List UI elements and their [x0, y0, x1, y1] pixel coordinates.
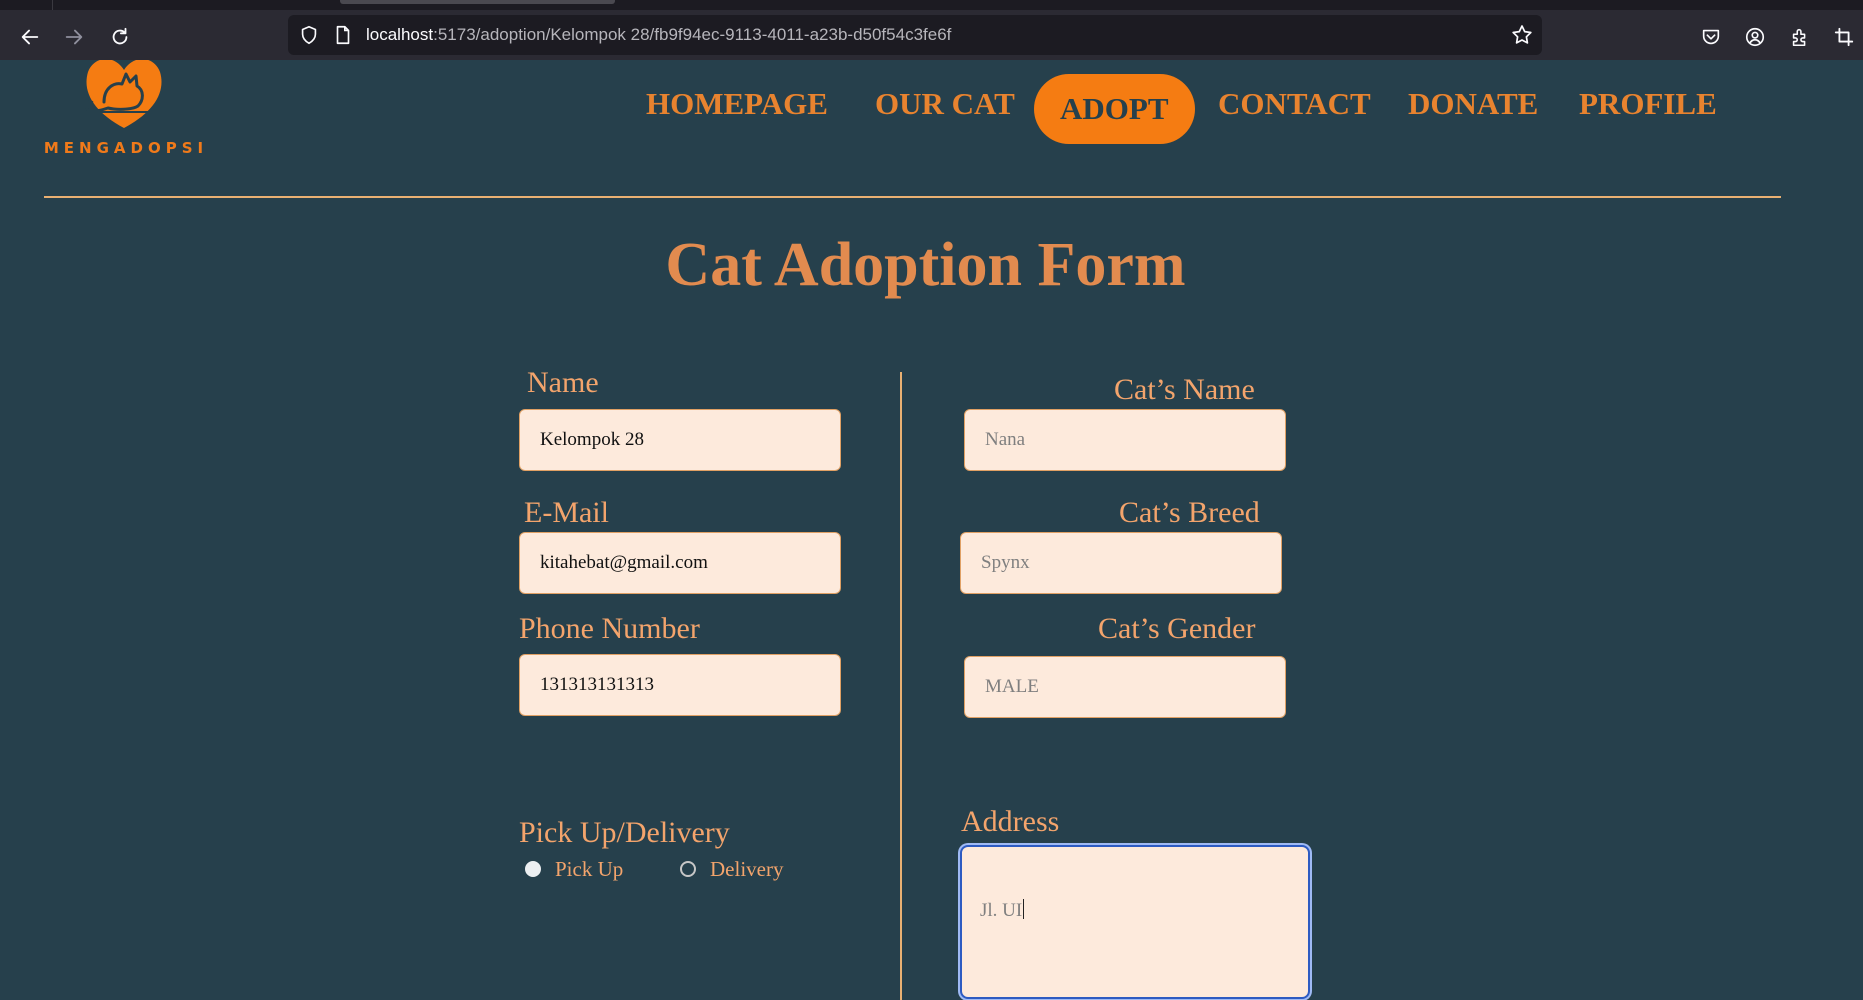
back-button[interactable] [10, 20, 50, 54]
text-caret [1023, 899, 1025, 919]
page-content: MENGADOPSI HOMEPAGE OUR CAT ADOPT CONTAC… [0, 60, 1863, 1000]
nav-homepage[interactable]: HOMEPAGE [646, 84, 828, 124]
address-label: Address [961, 805, 1060, 838]
screenshot-button[interactable] [1829, 22, 1859, 52]
name-input[interactable]: Kelompok 28 [519, 409, 841, 471]
cat-gender-label: Cat’s Gender [1098, 612, 1256, 645]
url-path: :5173/adoption/Kelompok 28/fb9f94ec-9113… [433, 25, 952, 44]
tab-separator [52, 0, 53, 10]
header-divider [44, 196, 1781, 198]
email-label: E-Mail [524, 496, 609, 529]
account-button[interactable] [1740, 22, 1770, 52]
delivery-radio-label: Delivery [710, 856, 784, 881]
pocket-icon [1702, 29, 1720, 45]
name-label: Name [527, 366, 599, 399]
url-text[interactable]: localhost:5173/adoption/Kelompok 28/fb9f… [366, 15, 951, 55]
active-tab-indicator[interactable] [340, 0, 615, 4]
pickup-delivery-label: Pick Up/Delivery [519, 816, 730, 849]
url-host: localhost [366, 25, 434, 44]
browser-tab-strip [0, 0, 1863, 10]
cat-name-input[interactable]: Nana [964, 409, 1286, 471]
cat-breed-input[interactable]: Spynx [960, 532, 1282, 594]
bookmark-star-icon[interactable] [1510, 23, 1534, 47]
delivery-radio[interactable] [680, 861, 696, 877]
puzzle-icon [1792, 28, 1806, 47]
nav-contact[interactable]: CONTACT [1218, 84, 1371, 124]
phone-label: Phone Number [519, 612, 700, 645]
forward-button[interactable] [54, 20, 94, 54]
address-value: Jl. UI [980, 900, 1023, 921]
reload-icon [112, 27, 128, 45]
pickup-radio[interactable] [525, 861, 541, 877]
phone-input[interactable]: 131313131313 [519, 654, 841, 716]
form-column-divider [900, 372, 902, 1000]
page-title: Cat Adoption Form [665, 231, 1186, 299]
cat-name-label: Cat’s Name [1114, 373, 1255, 406]
account-icon [1745, 27, 1765, 47]
url-bar[interactable]: localhost:5173/adoption/Kelompok 28/fb9f… [288, 15, 1542, 55]
email-input[interactable]: kitahebat@gmail.com [519, 532, 841, 594]
main-navigation: HOMEPAGE OUR CAT ADOPT CONTACT DONATE PR… [0, 60, 1863, 160]
pickup-radio-label: Pick Up [555, 856, 624, 881]
nav-profile[interactable]: PROFILE [1579, 84, 1717, 124]
arrow-left-icon [21, 29, 39, 45]
reload-button[interactable] [100, 20, 140, 54]
cat-gender-input[interactable]: MALE [964, 656, 1286, 718]
pocket-button[interactable] [1696, 22, 1726, 52]
nav-donate[interactable]: DONATE [1408, 84, 1538, 124]
extensions-button[interactable] [1785, 22, 1815, 52]
crop-icon [1834, 27, 1854, 47]
nav-our-cat[interactable]: OUR CAT [875, 84, 1015, 124]
cat-breed-label: Cat’s Breed [1119, 496, 1260, 529]
page-info-icon[interactable] [332, 24, 354, 46]
address-textarea[interactable]: Jl. UI [960, 845, 1310, 999]
shield-icon[interactable] [298, 24, 320, 46]
delivery-radio-option[interactable]: Delivery [680, 854, 783, 884]
arrow-right-icon [65, 29, 83, 45]
pickup-radio-option[interactable]: Pick Up [525, 854, 623, 884]
nav-adopt[interactable]: ADOPT [1034, 74, 1195, 144]
browser-toolbar: localhost:5173/adoption/Kelompok 28/fb9f… [0, 10, 1863, 60]
